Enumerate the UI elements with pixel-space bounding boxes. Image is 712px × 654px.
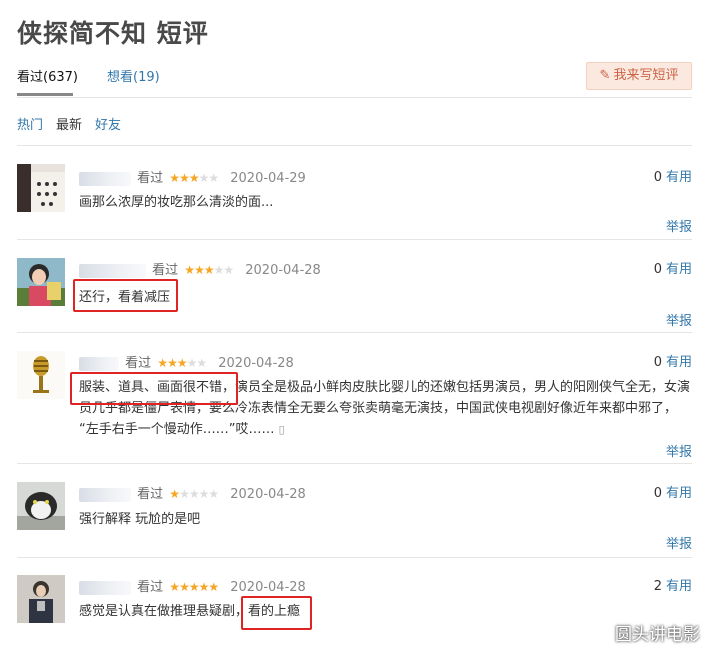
useful-vote[interactable]: 0 有用	[654, 353, 692, 373]
review-date: 2020-04-28	[230, 580, 306, 595]
star-filled-icon: ★	[167, 356, 178, 370]
status-label: 看过	[137, 580, 164, 595]
star-rating: ★★★★★	[169, 577, 219, 597]
tab-bar: 看过(637) 想看(19) ✎ 我来写短评	[17, 58, 692, 98]
star-filled-icon: ★	[188, 171, 200, 185]
avatar[interactable]	[17, 482, 65, 530]
username[interactable]	[79, 487, 131, 502]
useful-vote[interactable]: 0 有用	[654, 260, 692, 280]
star-rating: ★★★★★	[184, 260, 234, 280]
tab-want[interactable]: 想看(19)	[107, 66, 160, 85]
review-item: 看过 ★★★★★ 2020-04-28 0 有用 服装、道具、画面很不错，演员全是…	[17, 351, 692, 464]
filter-friends[interactable]: 好友	[95, 114, 121, 133]
star-filled-icon: ★	[169, 487, 180, 501]
star-filled-icon: ★	[176, 356, 188, 370]
useful-vote[interactable]: 0 有用	[654, 168, 692, 188]
useful-count: 2	[653, 579, 662, 594]
star-rating: ★★★★★	[169, 484, 219, 504]
mobile-icon: ▯	[278, 423, 285, 436]
sort-filters: 热门 最新 好友	[17, 114, 692, 146]
useful-count: 0	[653, 355, 662, 370]
useful-count: 0	[653, 262, 662, 277]
review-date: 2020-04-28	[230, 487, 306, 502]
review-content: 感觉是认真在做推理悬疑剧，看的上瘾	[79, 604, 301, 619]
star-empty-icon: ★	[196, 356, 207, 370]
useful-vote[interactable]: 0 有用	[654, 484, 692, 504]
star-empty-icon: ★	[208, 171, 219, 185]
star-filled-icon: ★	[198, 580, 210, 594]
avatar[interactable]	[17, 575, 65, 623]
avatar[interactable]	[17, 351, 65, 399]
star-empty-icon: ★	[188, 487, 200, 501]
status-label: 看过	[137, 487, 164, 502]
report-link[interactable]: 举报	[666, 441, 692, 460]
status-label: 看过	[137, 171, 164, 186]
username[interactable]	[79, 171, 131, 186]
review-item: 看过 ★★★★★ 2020-04-28 2 有用 感觉是认真在做推理悬疑剧，看的上…	[17, 575, 692, 645]
write-review-label: 我来写短评	[613, 68, 679, 83]
useful-label: 有用	[665, 355, 692, 370]
filter-hot[interactable]: 热门	[17, 114, 43, 133]
username[interactable]	[79, 580, 131, 595]
filter-latest[interactable]: 最新	[56, 114, 82, 133]
report-link[interactable]: 举报	[666, 533, 692, 552]
useful-vote[interactable]: 2 有用	[654, 577, 692, 597]
star-filled-icon: ★	[208, 580, 219, 594]
star-filled-icon: ★	[184, 263, 195, 277]
page-title: 侠探简不知 短评	[17, 19, 209, 48]
avatar[interactable]	[17, 258, 65, 306]
useful-count: 0	[653, 170, 662, 185]
star-filled-icon: ★	[179, 171, 190, 185]
useful-label: 有用	[665, 170, 692, 185]
star-filled-icon: ★	[179, 580, 190, 594]
active-tab-indicator	[17, 93, 73, 96]
tab-seen[interactable]: 看过(637)	[17, 66, 78, 85]
star-empty-icon: ★	[208, 487, 219, 501]
star-filled-icon: ★	[169, 580, 180, 594]
report-link[interactable]: 举报	[666, 216, 692, 235]
watermark: 圆头讲电影	[615, 625, 700, 645]
review-item: 看过 ★★★★★ 2020-04-29 0 有用 画那么浓厚的妆吃那么清淡的面..…	[17, 164, 692, 240]
star-empty-icon: ★	[223, 263, 234, 277]
pencil-icon: ✎	[599, 68, 611, 83]
useful-label: 有用	[665, 486, 692, 501]
review-content-line: “左手右手一个慢动作……”哎…… ▯	[79, 419, 691, 440]
review-date: 2020-04-28	[218, 356, 294, 371]
username[interactable]	[79, 263, 146, 278]
star-filled-icon: ★	[203, 263, 215, 277]
review-content-line: 服装、道具、画面很不错，演员全是极品小鲜肉皮肤比婴儿的还嫩包括男演员，男人的阳刚…	[79, 380, 691, 395]
review-item: 看过 ★★★★★ 2020-04-28 0 有用 强行解释 玩尬的是吧 举报	[17, 482, 692, 558]
star-empty-icon: ★	[179, 487, 190, 501]
star-filled-icon: ★	[157, 356, 168, 370]
status-label: 看过	[152, 263, 179, 278]
username[interactable]	[79, 356, 119, 371]
review-content-line: 员几乎都是僵尸表情，要么冷冻表情全无要么夸张卖萌毫无演技，中国武侠电视剧好像近年…	[79, 401, 678, 416]
review-content: 还行，看着减压	[79, 290, 171, 305]
star-empty-icon: ★	[198, 171, 210, 185]
star-rating: ★★★★★	[157, 353, 207, 373]
review-content-text: “左手右手一个慢动作……”哎……	[79, 422, 275, 437]
star-filled-icon: ★	[169, 171, 180, 185]
useful-count: 0	[653, 486, 662, 501]
useful-label: 有用	[665, 262, 692, 277]
star-empty-icon: ★	[213, 263, 225, 277]
star-rating: ★★★★★	[169, 168, 219, 188]
star-empty-icon: ★	[198, 487, 210, 501]
star-filled-icon: ★	[188, 580, 200, 594]
review-content: 强行解释 玩尬的是吧	[79, 512, 201, 527]
write-review-button[interactable]: ✎ 我来写短评	[586, 62, 692, 90]
review-date: 2020-04-29	[230, 171, 306, 186]
report-link[interactable]: 举报	[666, 310, 692, 329]
star-empty-icon: ★	[186, 356, 198, 370]
avatar[interactable]	[17, 164, 65, 212]
useful-label: 有用	[665, 579, 692, 594]
review-content: 画那么浓厚的妆吃那么清淡的面...	[79, 195, 274, 210]
star-filled-icon: ★	[194, 263, 205, 277]
status-label: 看过	[125, 356, 152, 371]
review-date: 2020-04-28	[245, 263, 321, 278]
review-item: 看过 ★★★★★ 2020-04-28 0 有用 还行，看着减压 举报	[17, 258, 692, 333]
review-content: 服装、道具、画面很不错，演员全是极品小鲜肉皮肤比婴儿的还嫩包括男演员，男人的阳刚…	[79, 377, 691, 440]
